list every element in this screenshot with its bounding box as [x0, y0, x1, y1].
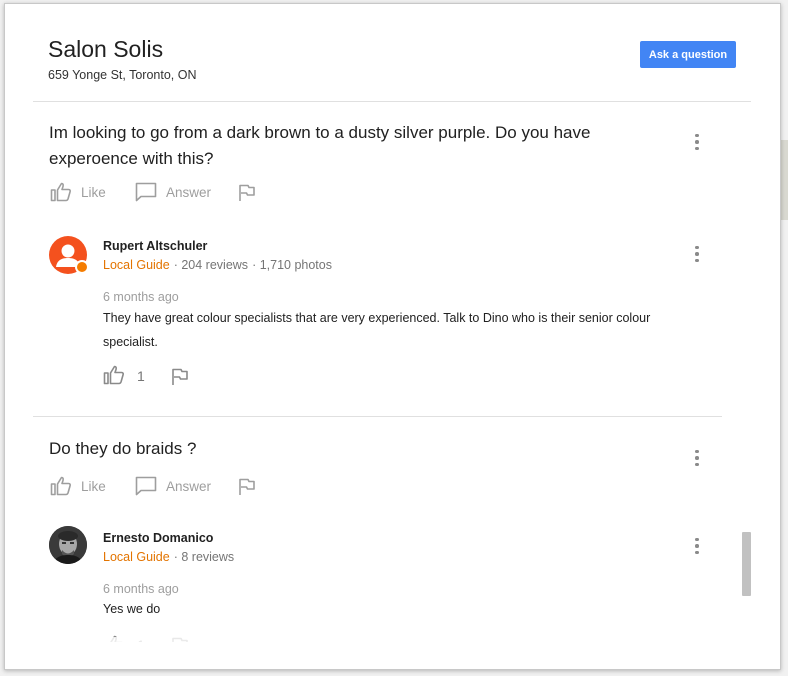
business-name: Salon Solis — [48, 36, 164, 62]
like-label: Like — [81, 184, 106, 200]
thumb-up-icon — [103, 365, 124, 385]
answer-text: Yes we do — [103, 602, 161, 616]
dialog-header: Salon Solis 659 Yonge St, Toronto, ON As… — [5, 4, 780, 102]
answer-text: They have great colour specialists that … — [103, 311, 651, 349]
answer-author-meta: Local Guide · 8 reviews — [103, 550, 234, 564]
more-vert-icon[interactable] — [687, 244, 707, 264]
business-address: 659 Yonge St, Toronto, ON — [48, 68, 197, 82]
answer-label: Answer — [166, 184, 212, 200]
questions-dialog: Salon Solis 659 Yonge St, Toronto, ON As… — [4, 3, 781, 670]
like-label: Like — [81, 478, 106, 494]
profile-photo — [49, 526, 87, 564]
flag-icon — [172, 368, 188, 385]
flag-icon — [239, 184, 255, 201]
backdrop-map-strip — [780, 140, 788, 220]
questions-list[interactable]: Im looking to go from a dark brown to a … — [5, 102, 752, 642]
like-answer-button[interactable] — [103, 365, 125, 385]
local-guide-label[interactable]: Local Guide — [103, 550, 170, 564]
scrollbar-thumb[interactable] — [742, 532, 751, 596]
like-count: 1 — [137, 368, 145, 384]
review-count: · 204 reviews — [173, 258, 249, 272]
more-vert-icon[interactable] — [687, 536, 707, 556]
thumb-up-icon — [50, 182, 71, 202]
bottom-fade — [5, 637, 780, 669]
question-text: Im looking to go from a dark brown to a … — [49, 123, 591, 168]
more-vert-icon[interactable] — [687, 448, 707, 468]
flag-question-button[interactable] — [238, 478, 256, 496]
answer-label: Answer — [166, 478, 212, 494]
answer-author[interactable]: Rupert Altschuler — [103, 239, 207, 253]
local-guide-label[interactable]: Local Guide — [103, 258, 170, 272]
answer-author-meta: Local Guide · 204 reviews · 1,710 photos — [103, 258, 332, 272]
more-vert-icon[interactable] — [687, 132, 707, 152]
thumb-up-icon — [50, 476, 71, 496]
local-guide-badge-icon — [75, 260, 89, 274]
answer-author[interactable]: Ernesto Domanico — [103, 531, 213, 545]
like-question-button[interactable]: Like — [50, 182, 106, 202]
answer-question-button[interactable]: Answer — [135, 476, 211, 496]
flag-answer-button[interactable] — [171, 368, 189, 386]
like-question-button[interactable]: Like — [50, 476, 106, 496]
avatar-ernesto[interactable] — [49, 526, 87, 564]
flag-icon — [239, 478, 255, 495]
answer-question-button[interactable]: Answer — [135, 182, 211, 202]
answer-time: 6 months ago — [103, 290, 179, 304]
comment-icon — [135, 476, 157, 496]
answer-time: 6 months ago — [103, 582, 179, 596]
comment-icon — [135, 182, 157, 202]
question-divider — [33, 416, 722, 417]
review-count: · 8 reviews — [173, 550, 235, 564]
ask-question-button[interactable]: Ask a question — [640, 41, 736, 68]
photo-count: · 1,710 photos — [252, 258, 332, 272]
question-text: Do they do braids ? — [49, 439, 197, 458]
flag-question-button[interactable] — [238, 184, 256, 202]
